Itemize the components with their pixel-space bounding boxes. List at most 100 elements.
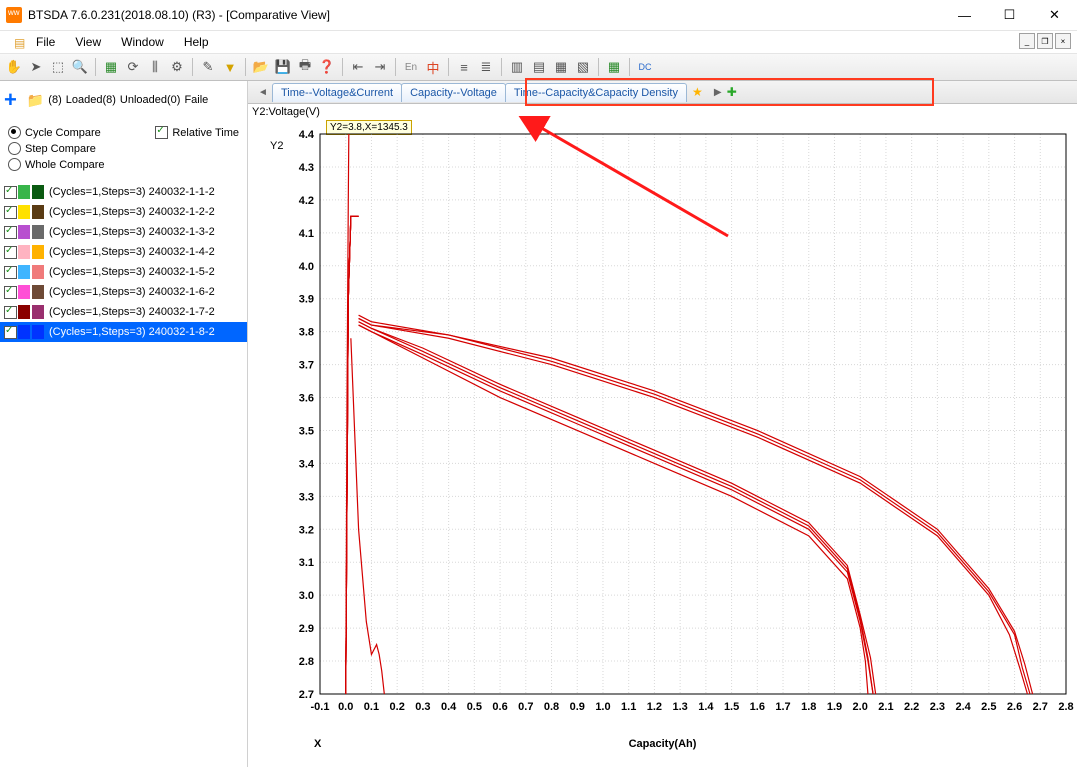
series-label: (Cycles=1,Steps=3) 240032-1-7-2: [49, 306, 215, 318]
series-checkbox[interactable]: [4, 286, 17, 299]
series-label: (Cycles=1,Steps=3) 240032-1-6-2: [49, 286, 215, 298]
tab-time-voltage-current[interactable]: Time--Voltage&Current: [272, 83, 402, 102]
document-icon: ▤: [6, 34, 33, 52]
series-checkbox[interactable]: [4, 246, 17, 259]
tab-capacity-voltage[interactable]: Capacity--Voltage: [401, 83, 506, 102]
series-swatch-1: [18, 205, 30, 219]
layout-1-icon[interactable]: ▥: [507, 57, 527, 77]
series-swatch-2: [32, 185, 44, 199]
summary-unloaded: Unloaded(0): [120, 94, 181, 106]
dcr-icon[interactable]: DC: [635, 57, 655, 77]
help-icon[interactable]: ❓: [317, 57, 337, 77]
refresh-icon[interactable]: ⟳: [123, 57, 143, 77]
zoom-area-icon[interactable]: ⬚: [48, 57, 68, 77]
favorite-icon[interactable]: ★: [692, 85, 703, 99]
svg-text:1.6: 1.6: [750, 701, 765, 713]
series-checkbox[interactable]: [4, 266, 17, 279]
series-row[interactable]: (Cycles=1,Steps=3) 240032-1-5-2: [0, 262, 247, 282]
tab-scroll-left-icon[interactable]: ◄: [256, 85, 270, 99]
series-checkbox[interactable]: [4, 306, 17, 319]
app-icon: [6, 7, 22, 23]
svg-text:3.3: 3.3: [299, 491, 314, 503]
maximize-button[interactable]: ☐: [987, 0, 1032, 30]
svg-text:1.9: 1.9: [827, 701, 842, 713]
series-swatch-1: [18, 285, 30, 299]
hand-tool-icon[interactable]: ✋: [4, 57, 24, 77]
excel-icon[interactable]: ▦: [604, 57, 624, 77]
series-swatch-2: [32, 265, 44, 279]
align-2-icon[interactable]: ≣: [476, 57, 496, 77]
layout-2-icon[interactable]: ▤: [529, 57, 549, 77]
series-row[interactable]: (Cycles=1,Steps=3) 240032-1-7-2: [0, 302, 247, 322]
print-icon[interactable]: 🖶: [295, 57, 315, 77]
series-swatch-2: [32, 285, 44, 299]
tab-time-capacity-density[interactable]: Time--Capacity&Capacity Density: [505, 83, 687, 102]
minimize-button[interactable]: —: [942, 0, 987, 30]
svg-text:2.5: 2.5: [981, 701, 996, 713]
x-axis-title: Capacity(Ah): [629, 738, 697, 750]
en-lang-icon[interactable]: En: [401, 57, 421, 77]
series-swatch-1: [18, 325, 30, 339]
columns-icon[interactable]: ⫼: [145, 57, 165, 77]
add-tab-icon[interactable]: ✚: [727, 85, 737, 99]
series-row[interactable]: (Cycles=1,Steps=3) 240032-1-1-2: [0, 182, 247, 202]
svg-text:0.2: 0.2: [390, 701, 405, 713]
wand-icon[interactable]: ✎: [198, 57, 218, 77]
layout-4-icon[interactable]: ▧: [573, 57, 593, 77]
settings-icon[interactable]: ⚙: [167, 57, 187, 77]
open-icon[interactable]: 📂: [251, 57, 271, 77]
svg-text:3.9: 3.9: [299, 294, 314, 306]
checkbox-relative-time[interactable]: [155, 126, 168, 139]
menu-view[interactable]: View: [67, 33, 109, 51]
series-checkbox[interactable]: [4, 226, 17, 239]
chart-area[interactable]: Y2:Voltage(V) Y2 Y2=3.8,X=1345.3 2.72.82…: [248, 104, 1077, 767]
menu-help[interactable]: Help: [176, 33, 217, 51]
align-1-icon[interactable]: ≡: [454, 57, 474, 77]
tabstrip: ◄ Time--Voltage&Current Capacity--Voltag…: [248, 81, 1077, 104]
nav-back-icon[interactable]: ⇤: [348, 57, 368, 77]
save-icon[interactable]: 💾: [273, 57, 293, 77]
svg-text:0.8: 0.8: [544, 701, 559, 713]
mdi-minimize-button[interactable]: _: [1019, 33, 1035, 49]
svg-text:0.1: 0.1: [364, 701, 379, 713]
menu-window[interactable]: Window: [113, 33, 172, 51]
mdi-restore-button[interactable]: ❐: [1037, 33, 1053, 49]
mdi-close-button[interactable]: ×: [1055, 33, 1071, 49]
series-checkbox[interactable]: [4, 186, 17, 199]
series-checkbox[interactable]: [4, 326, 17, 339]
plot-svg: 2.72.82.93.03.13.23.33.43.53.63.73.83.94…: [248, 104, 1076, 764]
series-row[interactable]: (Cycles=1,Steps=3) 240032-1-8-2: [0, 322, 247, 342]
series-checkbox[interactable]: [4, 206, 17, 219]
radio-whole-compare[interactable]: [8, 158, 21, 171]
nav-fwd-icon[interactable]: ⇥: [370, 57, 390, 77]
svg-text:2.7: 2.7: [1033, 701, 1048, 713]
svg-text:3.1: 3.1: [299, 557, 314, 569]
layout-3-icon[interactable]: ▦: [551, 57, 571, 77]
toolbar: ✋ ➤ ⬚ 🔍 ▦ ⟳ ⫼ ⚙ ✎ ▼ 📂 💾 🖶 ❓ ⇤ ⇥ En 中 ≡ ≣…: [0, 53, 1077, 81]
close-button[interactable]: ✕: [1032, 0, 1077, 30]
svg-text:1.0: 1.0: [595, 701, 610, 713]
window-title: BTSDA 7.6.0.231(2018.08.10) (R3) - [Comp…: [28, 8, 942, 22]
radio-cycle-compare[interactable]: [8, 126, 21, 139]
series-row[interactable]: (Cycles=1,Steps=3) 240032-1-2-2: [0, 202, 247, 222]
table-icon[interactable]: ▦: [101, 57, 121, 77]
svg-text:0.4: 0.4: [441, 701, 457, 713]
tab-scroll-right-icon[interactable]: ▶: [711, 85, 725, 99]
series-label: (Cycles=1,Steps=3) 240032-1-3-2: [49, 226, 215, 238]
add-icon[interactable]: +: [4, 87, 17, 113]
series-list: (Cycles=1,Steps=3) 240032-1-1-2 (Cycles=1…: [0, 182, 247, 342]
left-panel: + 📁 (8) Loaded(8) Unloaded(0) Faile Cycl…: [0, 81, 248, 767]
svg-text:2.8: 2.8: [299, 656, 314, 668]
series-row[interactable]: (Cycles=1,Steps=3) 240032-1-4-2: [0, 242, 247, 262]
svg-text:0.5: 0.5: [467, 701, 482, 713]
filter-icon[interactable]: ▼: [220, 57, 240, 77]
radio-step-compare[interactable]: [8, 142, 21, 155]
zoom-icon[interactable]: 🔍: [70, 57, 90, 77]
series-label: (Cycles=1,Steps=3) 240032-1-2-2: [49, 206, 215, 218]
svg-text:1.8: 1.8: [801, 701, 816, 713]
pointer-tool-icon[interactable]: ➤: [26, 57, 46, 77]
cn-lang-icon[interactable]: 中: [423, 57, 443, 77]
series-row[interactable]: (Cycles=1,Steps=3) 240032-1-6-2: [0, 282, 247, 302]
series-swatch-1: [18, 305, 30, 319]
series-row[interactable]: (Cycles=1,Steps=3) 240032-1-3-2: [0, 222, 247, 242]
